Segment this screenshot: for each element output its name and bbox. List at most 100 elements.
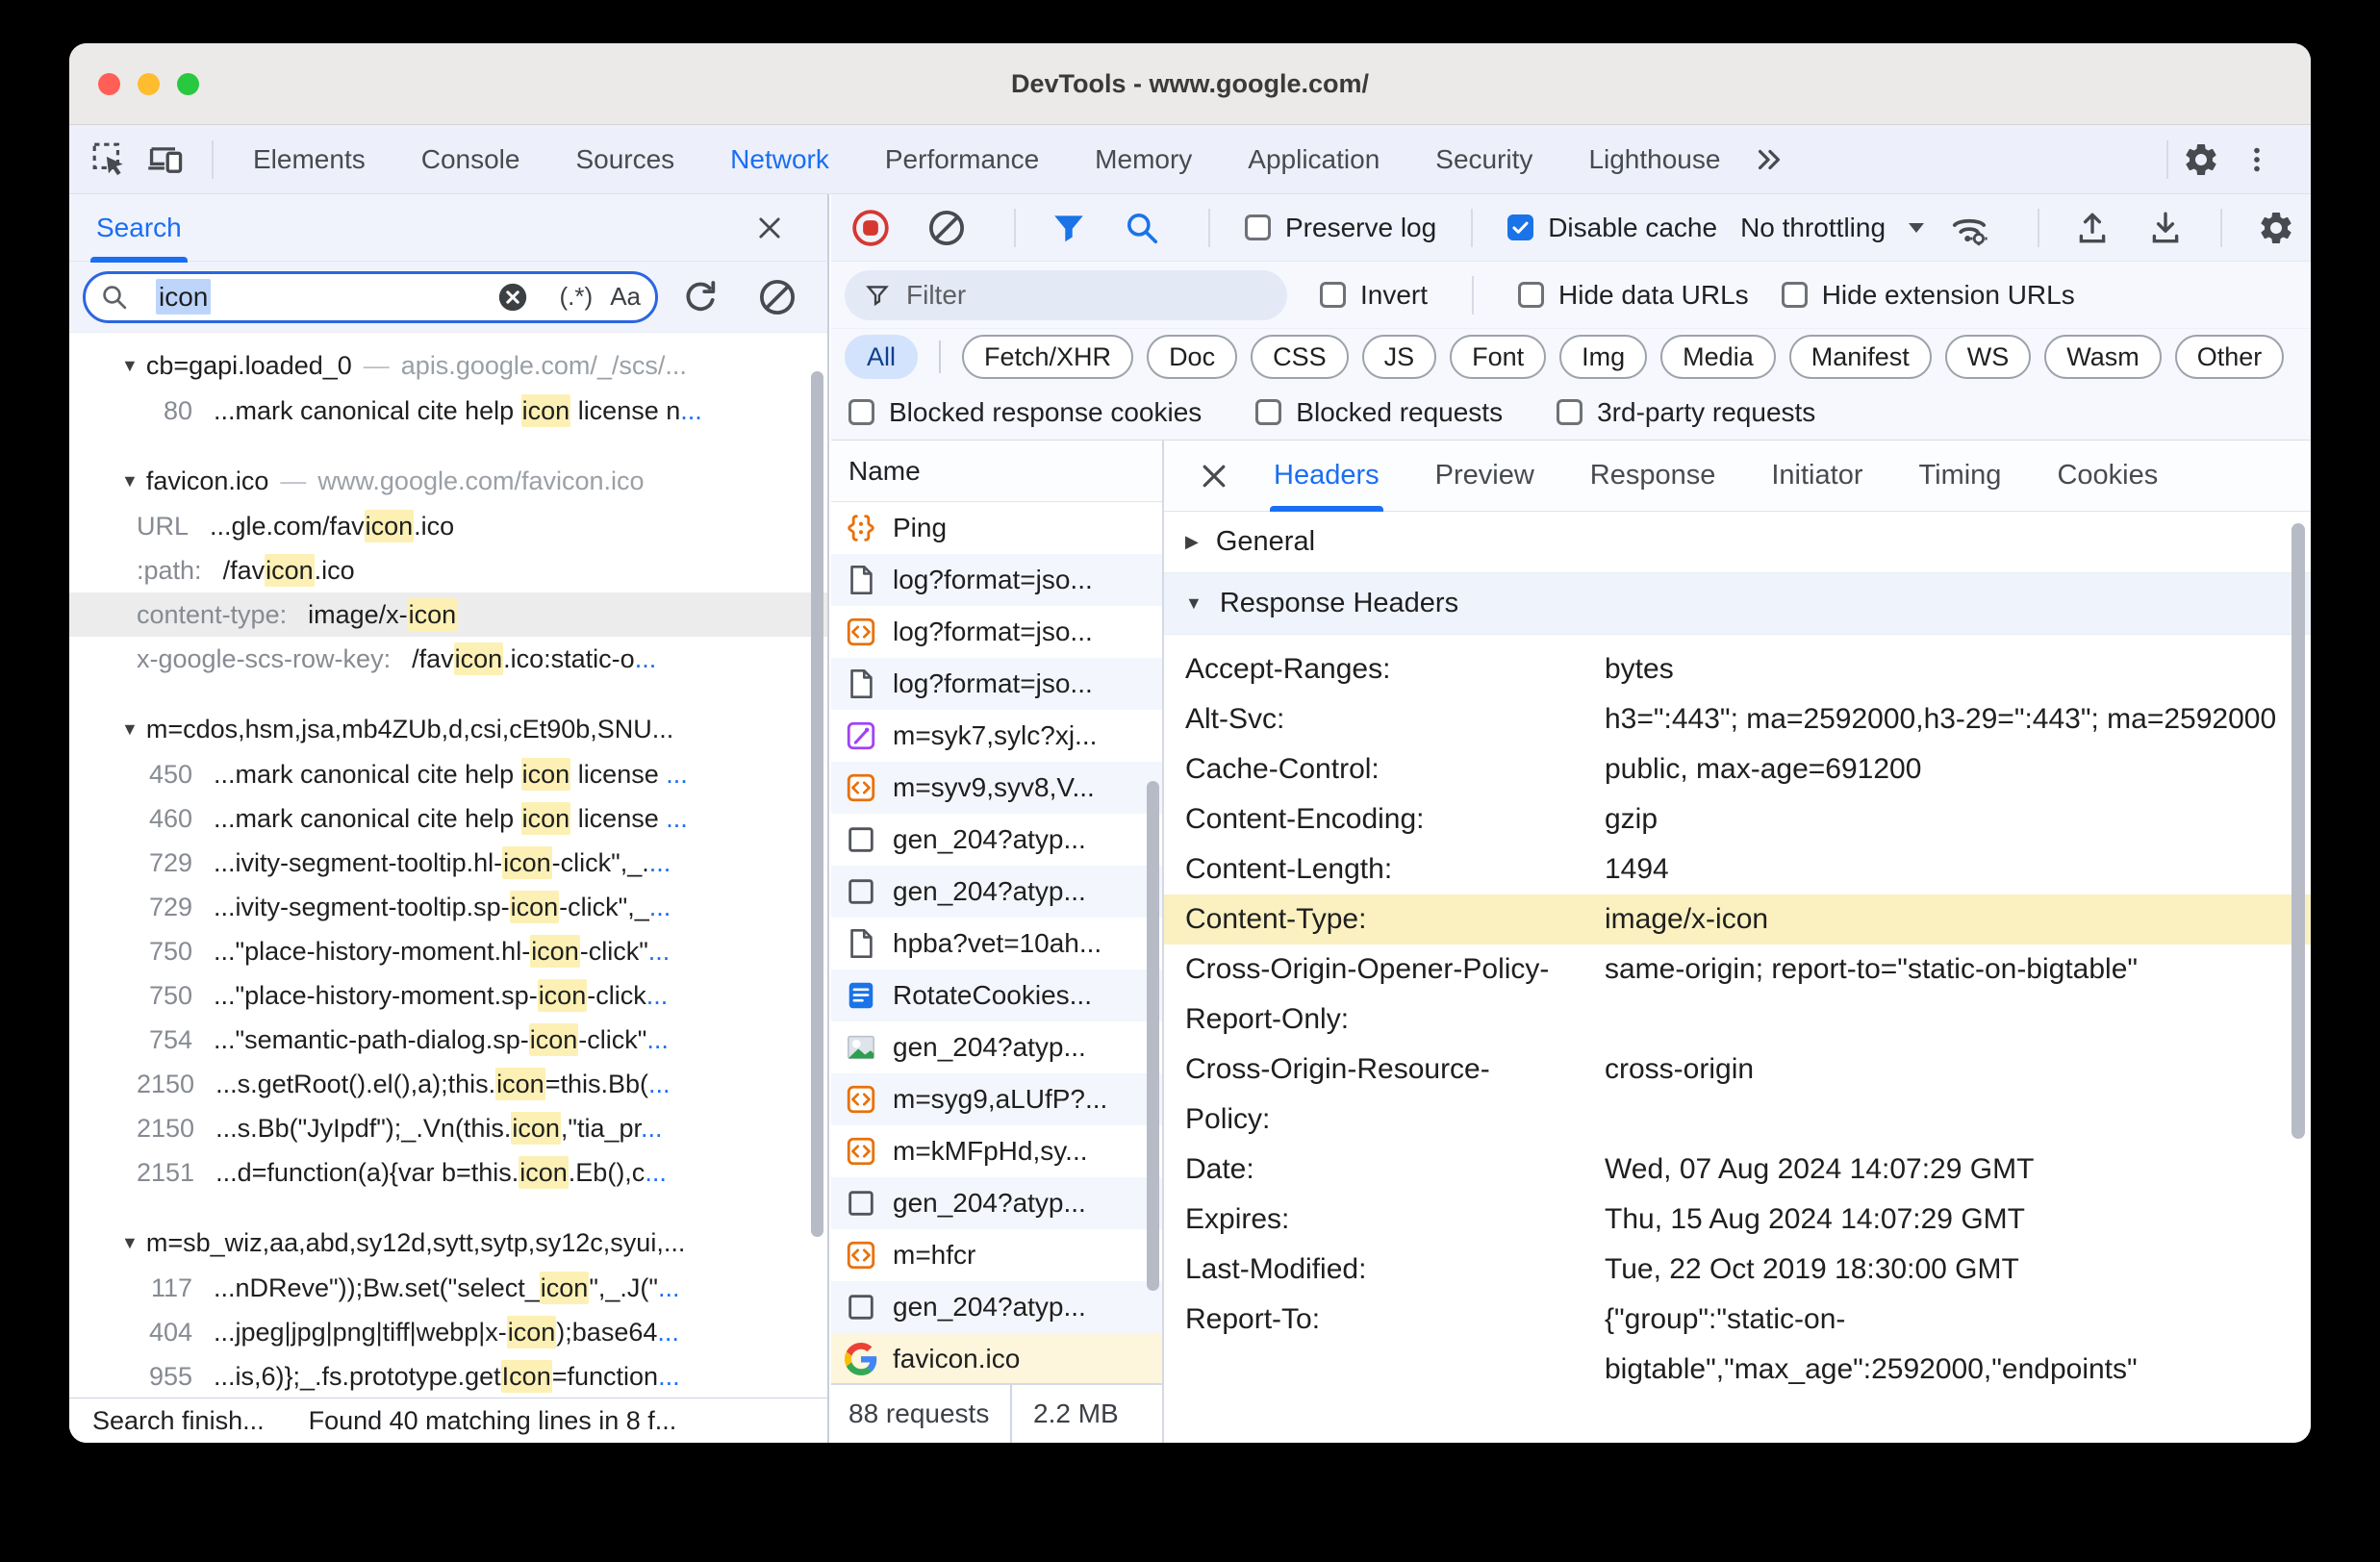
response-header-row[interactable]: Report-To: {"group":"static-on-bigtable",… — [1164, 1295, 2311, 1395]
request-row[interactable]: m=kMFpHd,sy... — [831, 1125, 1162, 1177]
search-match-row[interactable]: 404 ...jpeg|jpg|png|tiff|webp|x-icon);bas… — [69, 1310, 827, 1354]
clear-search-icon[interactable] — [496, 281, 529, 314]
details-scrollbar[interactable] — [2291, 523, 2305, 1139]
request-row[interactable]: gen_204?atyp... — [831, 1177, 1162, 1229]
request-row[interactable]: hpba?vet=10ah... — [831, 918, 1162, 970]
inspect-element-icon[interactable] — [89, 139, 131, 181]
clear-network-log-icon[interactable] — [927, 207, 966, 249]
response-header-row[interactable]: Accept-Ranges: bytes — [1164, 644, 2311, 694]
request-row[interactable]: Ping — [831, 502, 1162, 554]
tab-lighthouse[interactable]: Lighthouse — [1560, 125, 1748, 194]
search-match-row[interactable]: :path: /favicon.ico — [69, 548, 827, 592]
search-results-scrollbar[interactable] — [811, 371, 823, 1237]
regex-toggle-button[interactable]: (.*) — [560, 282, 594, 312]
export-har-icon[interactable] — [2147, 207, 2184, 249]
search-match-row[interactable]: 754 ..."semantic-path-dialog.sp-icon-clic… — [69, 1018, 827, 1062]
request-row[interactable]: gen_204?atyp... — [831, 1281, 1162, 1333]
close-search-panel-icon[interactable] — [748, 207, 791, 249]
tab-sources[interactable]: Sources — [547, 125, 702, 194]
checkbox-3rd-party-requests[interactable]: 3rd-party requests — [1557, 397, 1815, 428]
filter-input[interactable] — [845, 269, 1287, 320]
throttling-dropdown[interactable]: No throttling — [1740, 213, 1926, 243]
filter-chip-media[interactable]: Media — [1660, 335, 1776, 379]
clear-search-results-icon[interactable] — [756, 276, 798, 318]
disable-cache-checkbox[interactable]: Disable cache — [1507, 213, 1717, 243]
kebab-menu-icon[interactable] — [2236, 139, 2278, 181]
response-header-row[interactable]: Cross-Origin-Resource-Policy: cross-origi… — [1164, 1045, 2311, 1145]
general-section-header[interactable]: ▶ General — [1164, 512, 2311, 573]
request-row[interactable]: RotateCookies... — [831, 970, 1162, 1021]
search-match-row[interactable]: content-type: image/x-icon — [69, 592, 827, 637]
hide-data-urls-checkbox[interactable]: Hide data URLs — [1518, 280, 1749, 311]
tab-search[interactable]: Search — [90, 194, 188, 263]
tab-application[interactable]: Application — [1220, 125, 1407, 194]
filter-text-input[interactable] — [904, 278, 1231, 312]
tab-network[interactable]: Network — [702, 125, 857, 194]
response-header-row[interactable]: Content-Length: 1494 — [1164, 844, 2311, 894]
tab-elements[interactable]: Elements — [225, 125, 393, 194]
search-result-file-header[interactable]: ▼ favicon.ico — www.google.com/favicon.ico — [69, 458, 827, 504]
name-column-header[interactable]: Name — [831, 441, 1162, 502]
request-list-scrollbar[interactable] — [1147, 781, 1159, 1291]
filter-chip-wasm[interactable]: Wasm — [2044, 335, 2162, 379]
search-match-row[interactable]: 80 ...mark canonical cite help icon licen… — [69, 389, 827, 433]
checkbox-blocked-requests[interactable]: Blocked requests — [1255, 397, 1503, 428]
details-tab-response[interactable]: Response — [1590, 441, 1716, 512]
filter-chip-font[interactable]: Font — [1450, 335, 1547, 379]
checkbox-blocked-response-cookies[interactable]: Blocked response cookies — [848, 397, 1202, 428]
search-match-row[interactable]: x-google-scs-row-key: /favicon.ico:static… — [69, 637, 827, 681]
filter-chip-ws[interactable]: WS — [1944, 335, 2032, 379]
request-row[interactable]: favicon.ico — [831, 1333, 1162, 1383]
settings-gear-icon[interactable] — [2180, 139, 2222, 181]
details-tab-cookies[interactable]: Cookies — [2057, 441, 2158, 512]
search-match-row[interactable]: 450 ...mark canonical cite help icon lice… — [69, 752, 827, 796]
search-match-row[interactable]: 750 ..."place-history-moment.sp-icon-clic… — [69, 973, 827, 1018]
filter-chip-img[interactable]: Img — [1559, 335, 1648, 379]
response-header-row[interactable]: Cross-Origin-Opener-Policy-Report-Only: s… — [1164, 945, 2311, 1045]
network-settings-gear-icon[interactable] — [2257, 207, 2295, 249]
response-headers-section-header[interactable]: ▼ Response Headers — [1164, 573, 2311, 635]
request-row[interactable]: m=syv9,syv8,V... — [831, 762, 1162, 814]
hide-extension-urls-checkbox[interactable]: Hide extension URLs — [1781, 280, 2075, 311]
more-tabs-icon[interactable] — [1748, 139, 1790, 181]
filter-chip-manifest[interactable]: Manifest — [1788, 335, 1932, 379]
details-tab-headers[interactable]: Headers — [1270, 441, 1383, 512]
record-network-log-icon[interactable] — [850, 207, 891, 249]
request-row[interactable]: m=hfcr — [831, 1229, 1162, 1281]
search-match-row[interactable]: 460 ...mark canonical cite help icon lice… — [69, 796, 827, 841]
close-details-icon[interactable] — [1193, 455, 1235, 497]
filter-chip-fetch-xhr[interactable]: Fetch/XHR — [962, 335, 1134, 379]
search-match-row[interactable]: 117 ...nDReve"));Bw.set("select_icon",_.J… — [69, 1266, 827, 1310]
request-row[interactable]: m=syk7,sylc?xj... — [831, 710, 1162, 762]
filter-chip-js[interactable]: JS — [1361, 335, 1437, 379]
request-row[interactable]: log?format=jso... — [831, 606, 1162, 658]
match-case-button[interactable]: Aa — [610, 282, 641, 312]
search-match-row[interactable]: 729 ...ivity-segment-tooltip.sp-icon-clic… — [69, 885, 827, 929]
invert-checkbox[interactable]: Invert — [1320, 280, 1428, 311]
details-tab-initiator[interactable]: Initiator — [1771, 441, 1862, 512]
search-input[interactable]: icon (.*) Aa — [83, 270, 658, 323]
search-match-row[interactable]: 2151 ...d=function(a){var b=this.icon.Eb(… — [69, 1150, 827, 1195]
details-tab-timing[interactable]: Timing — [1918, 441, 2001, 512]
request-row[interactable]: log?format=jso... — [831, 554, 1162, 606]
request-row[interactable]: log?format=jso... — [831, 658, 1162, 710]
request-row[interactable]: m=syg9,aLUfP?... — [831, 1073, 1162, 1125]
search-match-row[interactable]: 2150 ...s.getRoot().el(),a);this.icon=thi… — [69, 1062, 827, 1106]
filter-chip-all[interactable]: All — [845, 335, 919, 379]
filter-chip-doc[interactable]: Doc — [1147, 335, 1238, 379]
tab-security[interactable]: Security — [1407, 125, 1560, 194]
search-match-row[interactable]: URL ...gle.com/favicon.ico — [69, 504, 827, 548]
search-match-row[interactable]: 955 ...is,6)};_.fs.prototype.getIcon=func… — [69, 1354, 827, 1398]
response-header-row[interactable]: Last-Modified: Tue, 22 Oct 2019 18:30:00 … — [1164, 1245, 2311, 1295]
search-result-file-header[interactable]: ▼ m=sb_wiz,aa,abd,sy12d,sytt,sytp,sy12c,s… — [69, 1220, 827, 1266]
search-network-icon[interactable] — [1124, 207, 1160, 249]
tab-performance[interactable]: Performance — [857, 125, 1067, 194]
request-row[interactable]: gen_204?atyp... — [831, 1021, 1162, 1073]
preserve-log-checkbox[interactable]: Preserve log — [1245, 213, 1436, 243]
request-row[interactable]: gen_204?atyp... — [831, 866, 1162, 918]
request-row[interactable]: gen_204?atyp... — [831, 814, 1162, 866]
filter-chip-css[interactable]: CSS — [1251, 335, 1349, 379]
filter-chip-other[interactable]: Other — [2174, 335, 2285, 379]
filter-funnel-icon[interactable] — [1051, 207, 1087, 249]
search-match-row[interactable]: 750 ..."place-history-moment.hl-icon-clic… — [69, 929, 827, 973]
